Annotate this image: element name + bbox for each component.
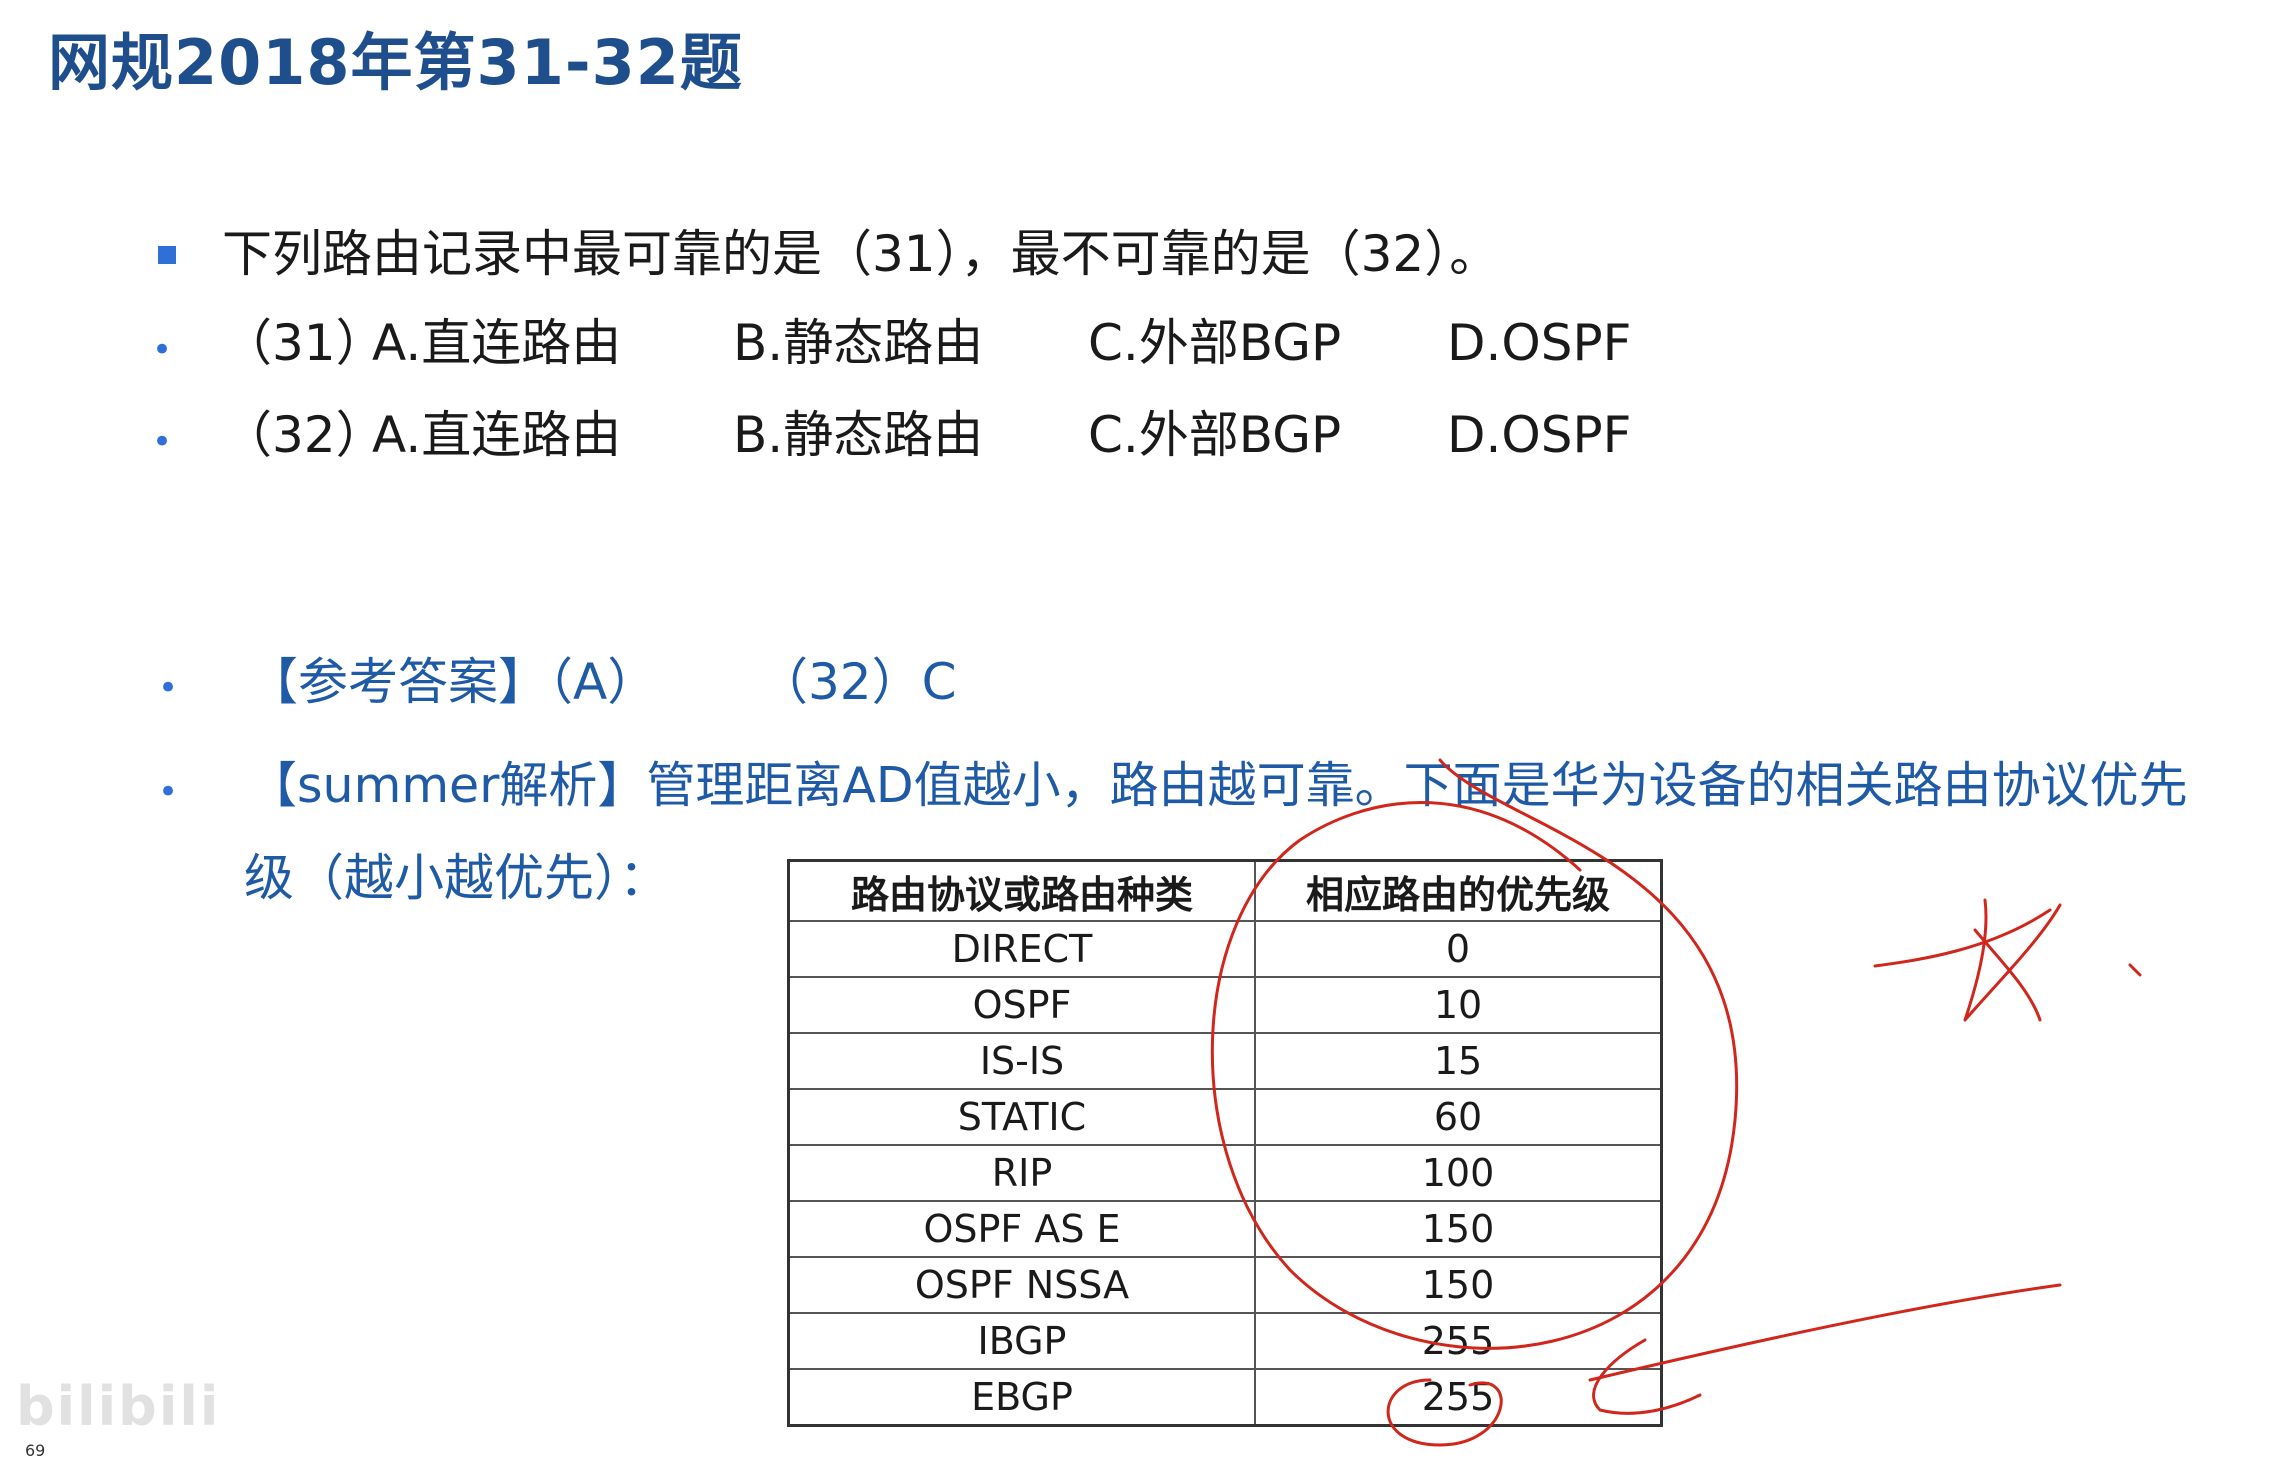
protocol-cell: RIP <box>787 1144 1256 1202</box>
protocol-cell: IBGP <box>787 1312 1256 1370</box>
priority-cell: 150 <box>1254 1256 1663 1314</box>
dot-bullet-icon: • <box>158 668 179 708</box>
table-row: IS-IS 15 <box>787 1032 1663 1090</box>
table-row: EBGP 255 <box>787 1368 1663 1427</box>
protocol-cell: DIRECT <box>787 920 1256 978</box>
protocol-cell: OSPF <box>787 976 1256 1034</box>
table-row: IBGP 255 <box>787 1312 1663 1370</box>
protocol-cell: OSPF AS E <box>787 1200 1256 1258</box>
q31-option-b: B.静态路由 <box>733 314 984 372</box>
q32-option-c: C.外部BGP <box>1088 406 1342 464</box>
q32-option-a: A.直连路由 <box>372 406 622 464</box>
table-row: OSPF 10 <box>787 976 1663 1034</box>
priority-cell: 255 <box>1254 1312 1663 1370</box>
table-row: OSPF AS E 150 <box>787 1200 1663 1258</box>
protocol-cell: IS-IS <box>787 1032 1256 1090</box>
protocol-cell: STATIC <box>787 1088 1256 1146</box>
answer-label: 【参考答案】（A） <box>248 653 658 711</box>
square-bullet-icon <box>158 246 176 264</box>
table-row: DIRECT 0 <box>787 920 1663 978</box>
priority-cell: 100 <box>1254 1144 1663 1202</box>
table-header: 相应路由的优先级 <box>1254 859 1663 922</box>
dot-bullet-icon: • <box>152 422 173 462</box>
q32-number: （32） <box>222 406 386 464</box>
table-header-row: 路由协议或路由种类 相应路由的优先级 <box>787 859 1663 922</box>
dot-bullet-icon: • <box>158 772 179 812</box>
table-row: STATIC 60 <box>787 1088 1663 1146</box>
priority-cell: 255 <box>1254 1368 1663 1427</box>
priority-cell: 10 <box>1254 976 1663 1034</box>
table-row: OSPF NSSA 150 <box>787 1256 1663 1314</box>
priority-cell: 15 <box>1254 1032 1663 1090</box>
table-row: RIP 100 <box>787 1144 1663 1202</box>
question-text: 下列路由记录中最可靠的是（31），最不可靠的是（32）。 <box>222 225 1500 283</box>
priority-cell: 60 <box>1254 1088 1663 1146</box>
analysis-line-2: 级（越小越优先）： <box>244 849 669 907</box>
bilibili-watermark-logo: bilibili <box>16 1375 221 1438</box>
page-number: 69 <box>25 1441 46 1460</box>
q31-number: （31） <box>222 314 386 372</box>
analysis-line-1: 【summer解析】管理距离AD值越小，路由越可靠。下面是华为设备的相关路由协议… <box>248 757 2188 814</box>
priority-cell: 0 <box>1254 920 1663 978</box>
star-icon <box>1873 898 2142 1022</box>
dot-bullet-icon: • <box>152 330 173 370</box>
q31-option-c: C.外部BGP <box>1088 314 1342 372</box>
protocol-cell: EBGP <box>787 1368 1256 1427</box>
slide-title: 网规2018年第31-32题 <box>48 26 743 99</box>
q31-option-a: A.直连路由 <box>372 314 622 372</box>
answer-32: （32）C <box>758 653 957 711</box>
table-header: 路由协议或路由种类 <box>787 859 1256 922</box>
protocol-cell: OSPF NSSA <box>787 1256 1256 1314</box>
q31-option-d: D.OSPF <box>1447 314 1632 372</box>
route-priority-table: 路由协议或路由种类 相应路由的优先级 DIRECT 0 OSPF 10 IS-IS 1… <box>787 859 1663 1427</box>
q32-option-d: D.OSPF <box>1447 406 1632 464</box>
q32-option-b: B.静态路由 <box>733 406 984 464</box>
priority-cell: 150 <box>1254 1200 1663 1258</box>
